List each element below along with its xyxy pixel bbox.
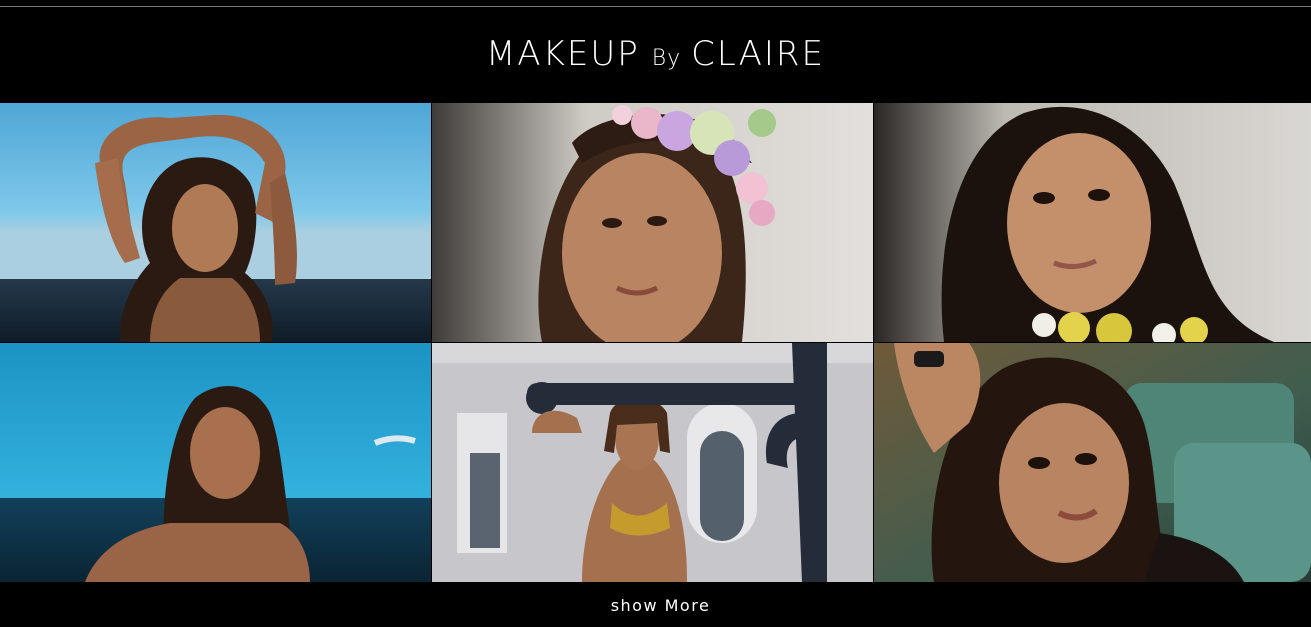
gallery-photo-1[interactable] (0, 103, 431, 342)
site-logo[interactable]: MAKEUP By CLAIRE (486, 34, 825, 74)
portrait-photo-image (0, 343, 431, 582)
site-header: MAKEUP By CLAIRE (0, 7, 1311, 102)
logo-word-by: By (651, 45, 682, 71)
logo-word-claire: CLAIRE (691, 33, 826, 74)
gallery-photo-4[interactable] (0, 343, 431, 582)
page: MAKEUP By CLAIRE show More (0, 0, 1311, 627)
gallery-photo-3[interactable] (874, 103, 1311, 342)
portrait-photo-image (0, 103, 431, 342)
footer-bar: show More (0, 583, 1311, 627)
gallery-photo-2[interactable] (432, 103, 873, 342)
gallery-photo-5[interactable] (432, 343, 873, 582)
portrait-photo-image (432, 103, 873, 342)
portrait-photo-image (874, 343, 1311, 582)
show-more-button[interactable]: show More (601, 592, 721, 619)
logo-word-makeup: MAKEUP (485, 33, 640, 74)
gallery-photo-6[interactable] (874, 343, 1311, 582)
portrait-photo-image (874, 103, 1311, 342)
portrait-photo-image (432, 343, 873, 582)
photo-gallery (0, 103, 1311, 582)
